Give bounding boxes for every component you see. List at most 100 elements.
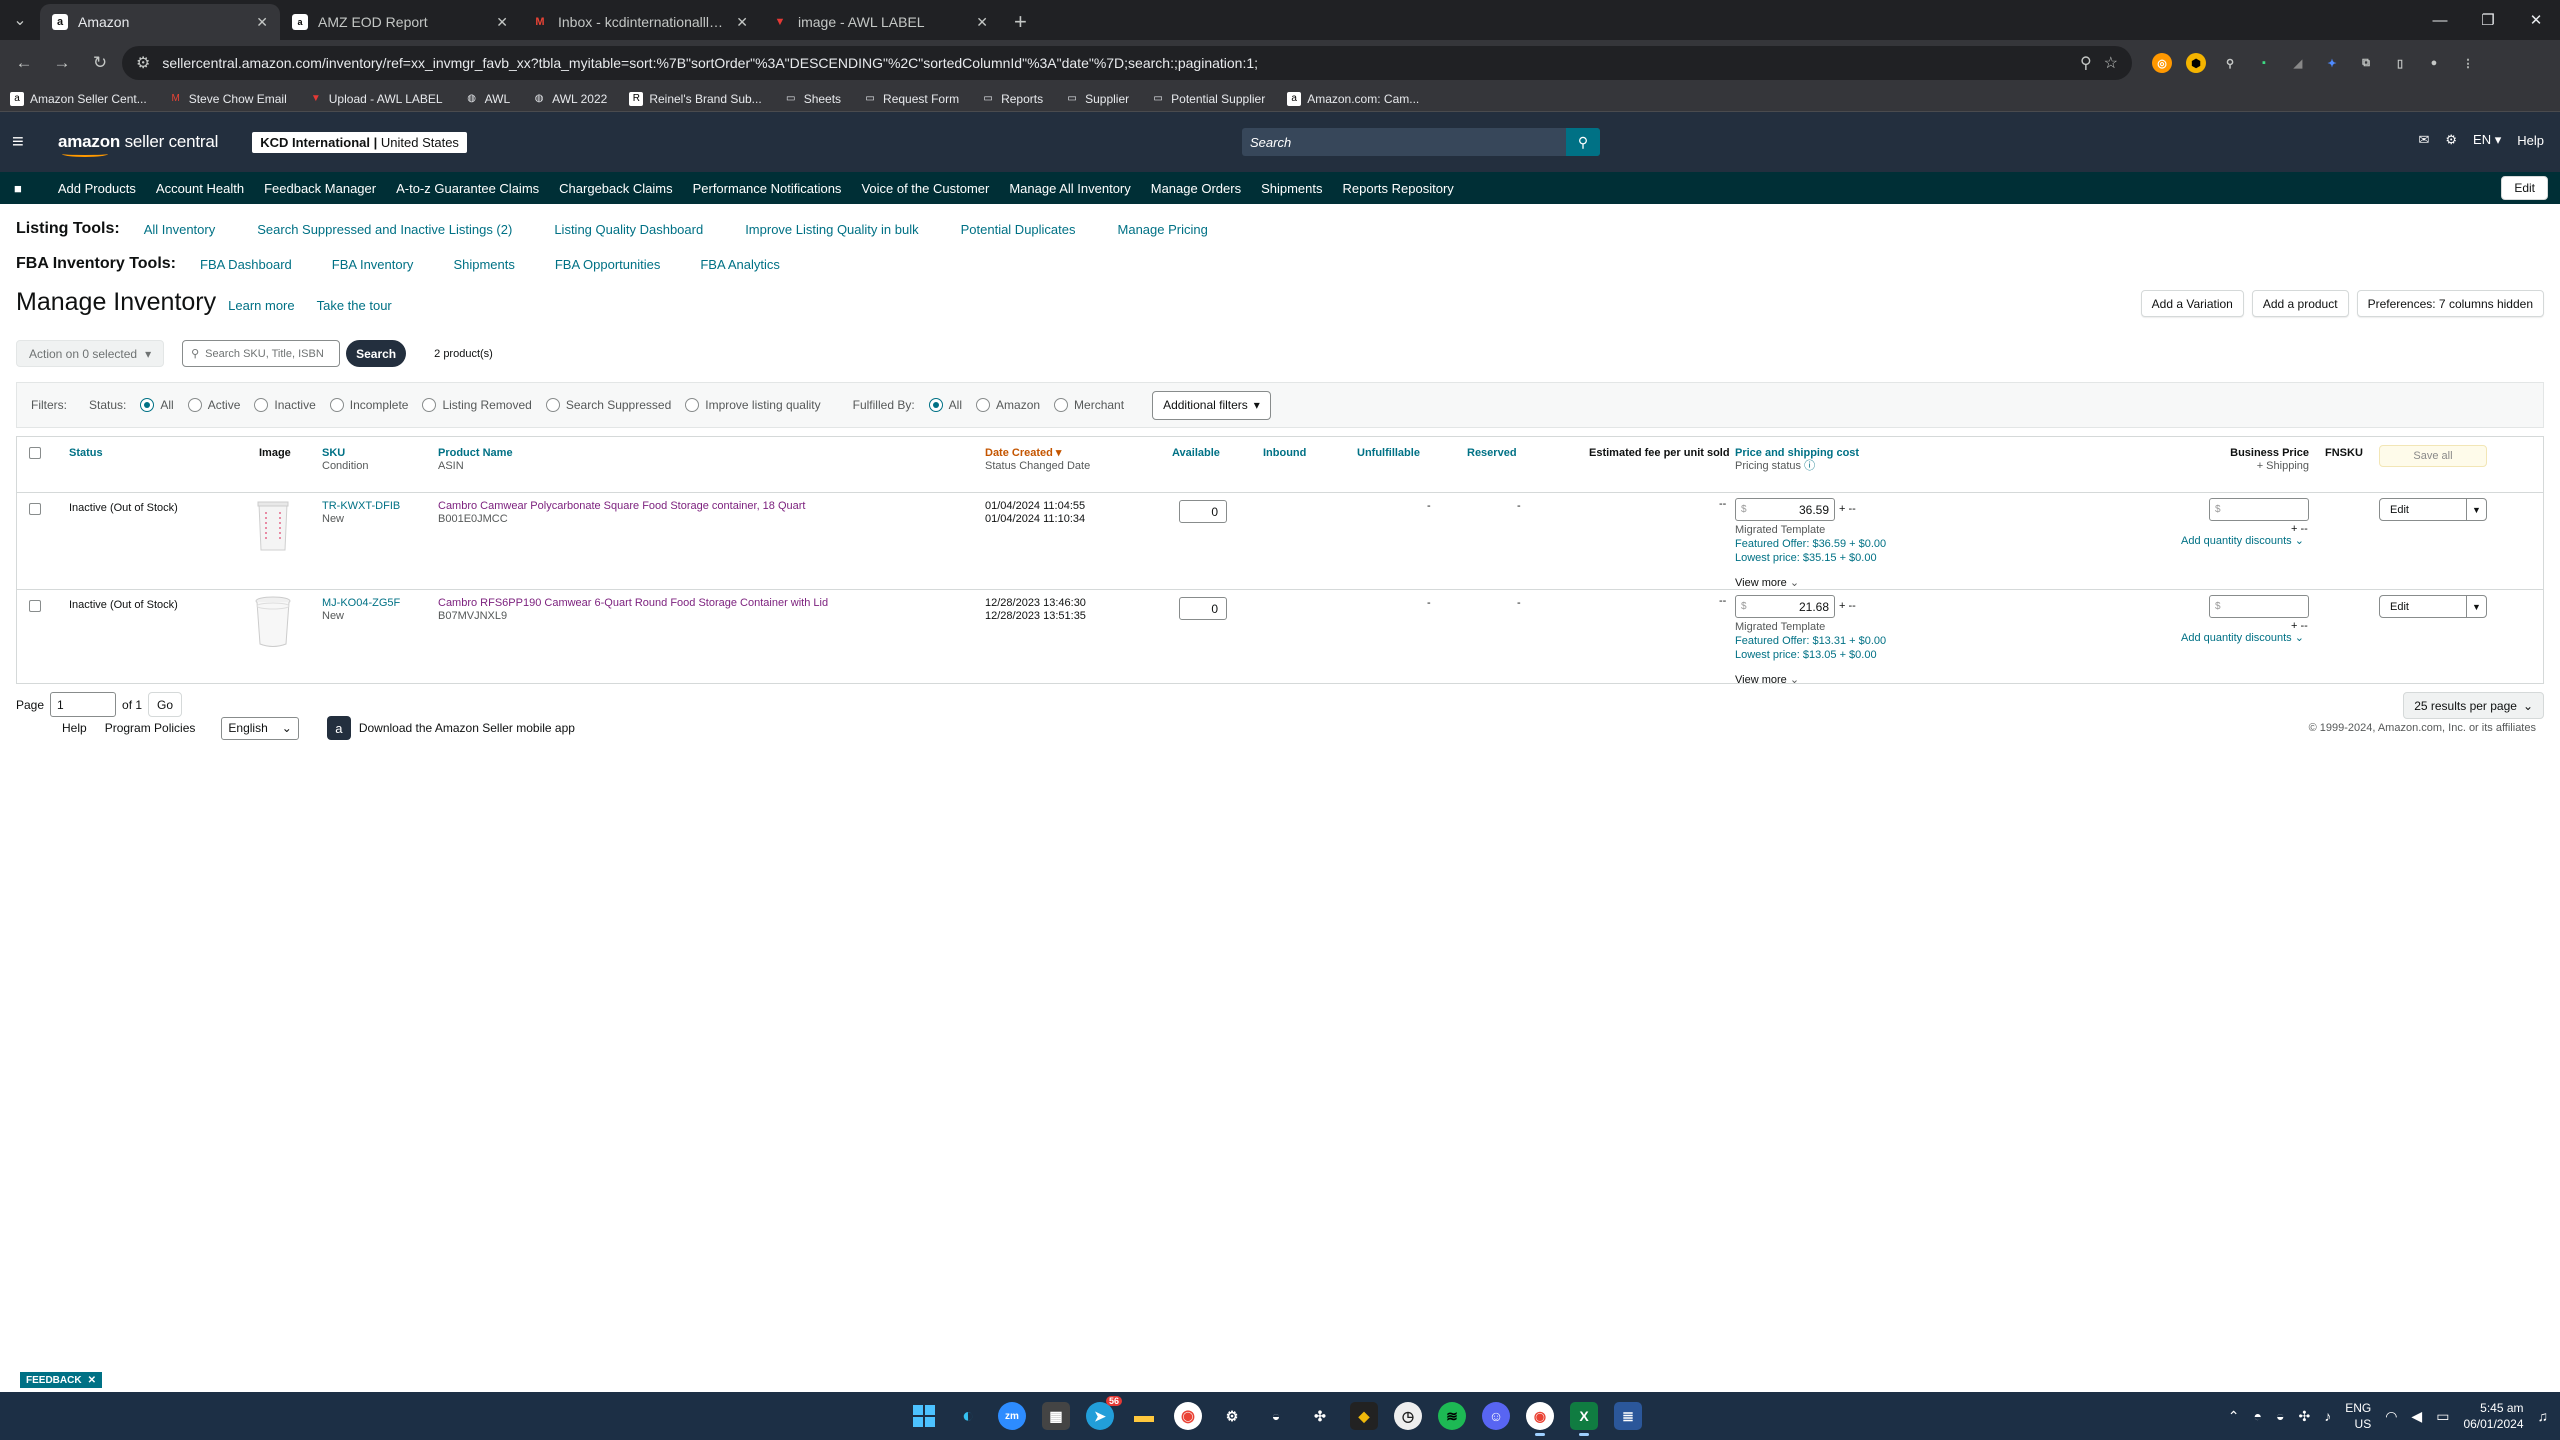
tab-amazon[interactable]: a Amazon ✕ bbox=[40, 4, 280, 40]
status-radio-active[interactable]: Active bbox=[187, 398, 240, 412]
settings-gear-icon[interactable]: ⚙ bbox=[1218, 1402, 1246, 1430]
extension-icon[interactable]: ◎ bbox=[2152, 53, 2172, 73]
header-price[interactable]: Price and shipping cost bbox=[1735, 447, 1859, 460]
extension-icon[interactable]: ◢ bbox=[2288, 53, 2308, 73]
menu-item-chargeback-claims[interactable]: Chargeback Claims bbox=[559, 181, 672, 196]
extension-icon[interactable]: ✦ bbox=[2322, 53, 2342, 73]
notepad-icon[interactable]: ≣ bbox=[1614, 1402, 1642, 1430]
magnifier-extension-icon[interactable]: ⚲ bbox=[2220, 53, 2240, 73]
network-tray-icon[interactable]: ✣ bbox=[2298, 1408, 2310, 1425]
fulfilled-radio-merchant[interactable]: Merchant bbox=[1054, 398, 1124, 412]
footer-language-select[interactable]: English ⌄ bbox=[221, 716, 299, 740]
status-radio-search-suppressed[interactable]: Search Suppressed bbox=[545, 398, 671, 412]
link-improve-listing-quality[interactable]: Improve Listing Quality in bulk bbox=[745, 222, 918, 237]
excel-icon[interactable]: X bbox=[1570, 1402, 1598, 1436]
available-quantity-input[interactable]: 0 bbox=[1179, 597, 1227, 620]
bookmark-item[interactable]: a Amazon Seller Cent... bbox=[10, 91, 147, 106]
bookmark-item[interactable]: ◍ AWL 2022 bbox=[532, 92, 608, 106]
battery-icon[interactable]: ▭ bbox=[2436, 1408, 2449, 1425]
status-radio-inactive[interactable]: Inactive bbox=[254, 398, 316, 412]
fulfilled-radio-amazon[interactable]: Amazon bbox=[976, 398, 1040, 412]
clock[interactable]: 5:45 am 06/01/2024 bbox=[2463, 1400, 2523, 1432]
link-fba-shipments[interactable]: Shipments bbox=[453, 257, 514, 272]
edit-split-button[interactable]: Edit ▼ bbox=[2379, 595, 2487, 618]
language-selector[interactable]: EN ▾ bbox=[2473, 132, 2501, 148]
search-button[interactable]: Search bbox=[346, 340, 407, 367]
omnibox[interactable]: ⚙ sellercentral.amazon.com/inventory/ref… bbox=[122, 46, 2132, 80]
select-all-checkbox[interactable] bbox=[29, 447, 41, 459]
learn-more-link[interactable]: Learn more bbox=[228, 298, 294, 313]
take-tour-link[interactable]: Take the tour bbox=[317, 298, 392, 313]
zoom-icon[interactable]: ⚲ bbox=[2080, 53, 2092, 73]
header-date-created[interactable]: Date Created ▾ bbox=[985, 447, 1061, 460]
edit-button[interactable]: Edit bbox=[2380, 601, 2466, 613]
edit-menu-button[interactable]: Edit bbox=[2501, 176, 2548, 200]
chevron-down-icon[interactable]: ▼ bbox=[2466, 499, 2486, 520]
tab-gmail-inbox[interactable]: M Inbox - kcdinternationalllc@gm ✕ bbox=[520, 4, 760, 40]
input-language[interactable]: ENG US bbox=[2345, 1400, 2371, 1432]
calculator-icon[interactable]: ▦ bbox=[1042, 1402, 1070, 1430]
chevron-down-icon[interactable]: ▼ bbox=[2466, 596, 2486, 617]
seller-search-box[interactable]: Search ⚲ bbox=[1242, 128, 1600, 156]
tab-amz-eod-report[interactable]: a AMZ EOD Report ✕ bbox=[280, 4, 520, 40]
bookmark-star-icon[interactable]: ☆ bbox=[2104, 53, 2118, 73]
notification-bell-icon[interactable]: ♫ bbox=[2538, 1408, 2549, 1424]
feedback-tab[interactable]: FEEDBACK ✕ bbox=[20, 1372, 102, 1388]
footer-help-link[interactable]: Help bbox=[62, 721, 87, 735]
view-more-link[interactable]: View more ⌄ bbox=[1735, 674, 1799, 687]
add-quantity-discounts-link[interactable]: Add quantity discounts ⌄ bbox=[2181, 535, 2304, 548]
chrome-menu-icon[interactable]: ⋮ bbox=[2458, 53, 2478, 73]
clock-app-icon[interactable]: ◷ bbox=[1394, 1402, 1422, 1430]
close-tab-icon[interactable]: ✕ bbox=[256, 14, 268, 31]
steam-icon[interactable]: ◓ bbox=[2254, 1408, 2262, 1424]
link-listing-quality-dashboard[interactable]: Listing Quality Dashboard bbox=[554, 222, 703, 237]
hamburger-menu-icon[interactable]: ≡ bbox=[12, 131, 40, 154]
menu-item-manage-orders[interactable]: Manage Orders bbox=[1151, 181, 1241, 196]
github-icon[interactable]: ◒ bbox=[1262, 1402, 1290, 1430]
spotify-icon[interactable]: ≋ bbox=[1438, 1402, 1466, 1430]
preferences-button[interactable]: Preferences: 7 columns hidden bbox=[2356, 290, 2544, 317]
link-suppressed-inactive[interactable]: Search Suppressed and Inactive Listings … bbox=[257, 222, 512, 237]
seller-central-logo[interactable]: amazon seller central bbox=[58, 132, 218, 157]
chrome-icon[interactable]: ◉ bbox=[1174, 1402, 1202, 1430]
close-tab-icon[interactable]: ✕ bbox=[976, 14, 988, 31]
menu-item-performance-notifications[interactable]: Performance Notifications bbox=[693, 181, 842, 196]
header-unfulfillable[interactable]: Unfulfillable bbox=[1357, 447, 1420, 460]
microphone-icon[interactable]: ♪ bbox=[2324, 1408, 2331, 1424]
forward-icon[interactable]: → bbox=[46, 47, 78, 79]
price-input[interactable]: $21.68 bbox=[1735, 595, 1835, 618]
file-explorer-icon[interactable]: ▬ bbox=[1130, 1402, 1158, 1430]
status-radio-all[interactable]: All bbox=[140, 398, 174, 412]
edit-button[interactable]: Edit bbox=[2380, 504, 2466, 516]
footer-program-policies-link[interactable]: Program Policies bbox=[105, 721, 196, 735]
status-radio-listing-removed[interactable]: Listing Removed bbox=[422, 398, 532, 412]
search-icon[interactable]: ⚲ bbox=[1566, 128, 1600, 156]
bookmark-folder[interactable]: ▭ Reports bbox=[981, 92, 1043, 106]
back-icon[interactable]: ← bbox=[8, 47, 40, 79]
menu-item-voice-of-customer[interactable]: Voice of the Customer bbox=[861, 181, 989, 196]
add-variation-button[interactable]: Add a Variation bbox=[2140, 290, 2244, 317]
row-product-name-link[interactable]: Cambro Camwear Polycarbonate Square Food… bbox=[438, 500, 805, 513]
extension-icon[interactable]: ⬢ bbox=[2186, 53, 2206, 73]
new-tab-icon[interactable]: + bbox=[1000, 4, 1041, 40]
bookmark-item[interactable]: ◍ AWL bbox=[465, 92, 510, 106]
row-checkbox[interactable] bbox=[29, 600, 41, 612]
status-radio-improve-quality[interactable]: Improve listing quality bbox=[685, 398, 821, 412]
go-button[interactable]: Go bbox=[148, 692, 183, 717]
row-product-name-link[interactable]: Cambro RFS6PP190 Camwear 6-Quart Round F… bbox=[438, 597, 828, 610]
seller-search-input[interactable]: Search bbox=[1242, 135, 1566, 150]
link-potential-duplicates[interactable]: Potential Duplicates bbox=[961, 222, 1076, 237]
tab-search-icon[interactable]: ⌄ bbox=[0, 0, 40, 40]
site-info-icon[interactable]: ⚙ bbox=[136, 53, 150, 73]
gear-icon[interactable]: ⚙ bbox=[2445, 132, 2457, 148]
product-image[interactable] bbox=[251, 594, 295, 650]
additional-filters-button[interactable]: Additional filters ▾ bbox=[1152, 390, 1271, 420]
header-sku[interactable]: SKU bbox=[322, 447, 345, 460]
close-window-icon[interactable]: ✕ bbox=[2512, 0, 2560, 40]
link-fba-dashboard[interactable]: FBA Dashboard bbox=[200, 257, 292, 272]
row-sku-link[interactable]: MJ-KO04-ZG5F bbox=[322, 597, 400, 610]
link-all-inventory[interactable]: All Inventory bbox=[144, 222, 216, 237]
header-available[interactable]: Available bbox=[1172, 447, 1220, 460]
bookmark-folder[interactable]: ▭ Sheets bbox=[784, 92, 841, 106]
bookmark-item[interactable]: M Steve Chow Email bbox=[169, 92, 287, 106]
